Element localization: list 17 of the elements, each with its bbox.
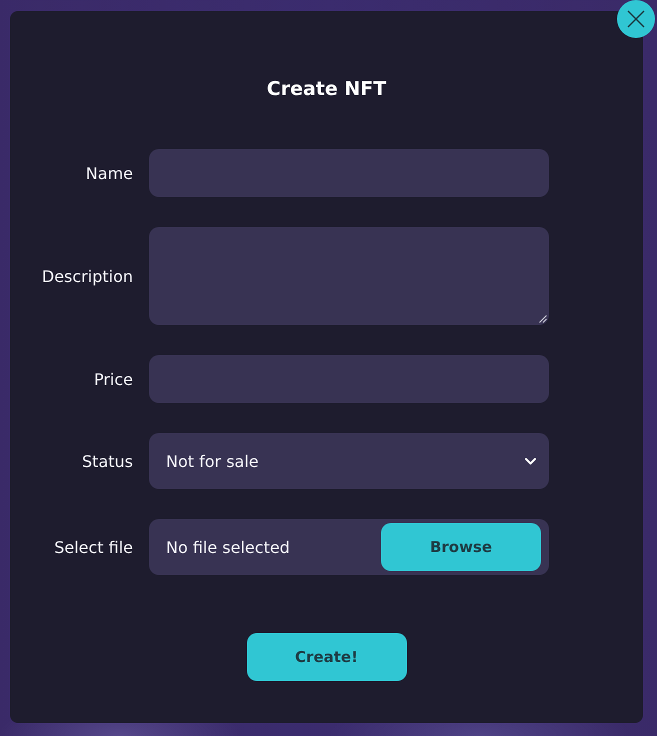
file-name-text: No file selected	[166, 538, 290, 556]
chevron-down-icon	[525, 458, 536, 464]
dropdown[interactable]: Not for sale	[149, 433, 549, 489]
field-label: Price	[92, 370, 133, 388]
text-input[interactable]	[149, 355, 549, 403]
field-label: Description	[40, 266, 133, 286]
file-picker[interactable]: No file selected Browse	[149, 519, 549, 575]
field-label: Name	[84, 164, 133, 182]
dialog-title: Create NFT	[266, 77, 386, 101]
field-label: Select file	[53, 538, 133, 556]
resize-grip-icon[interactable]	[538, 314, 547, 323]
close-button[interactable]	[617, 0, 655, 38]
create-button[interactable]: Create!	[246, 633, 406, 681]
close-icon	[627, 10, 645, 28]
browse-button[interactable]: Browse	[381, 523, 541, 571]
text-input[interactable]	[149, 149, 549, 197]
field-label: Status	[81, 452, 133, 470]
